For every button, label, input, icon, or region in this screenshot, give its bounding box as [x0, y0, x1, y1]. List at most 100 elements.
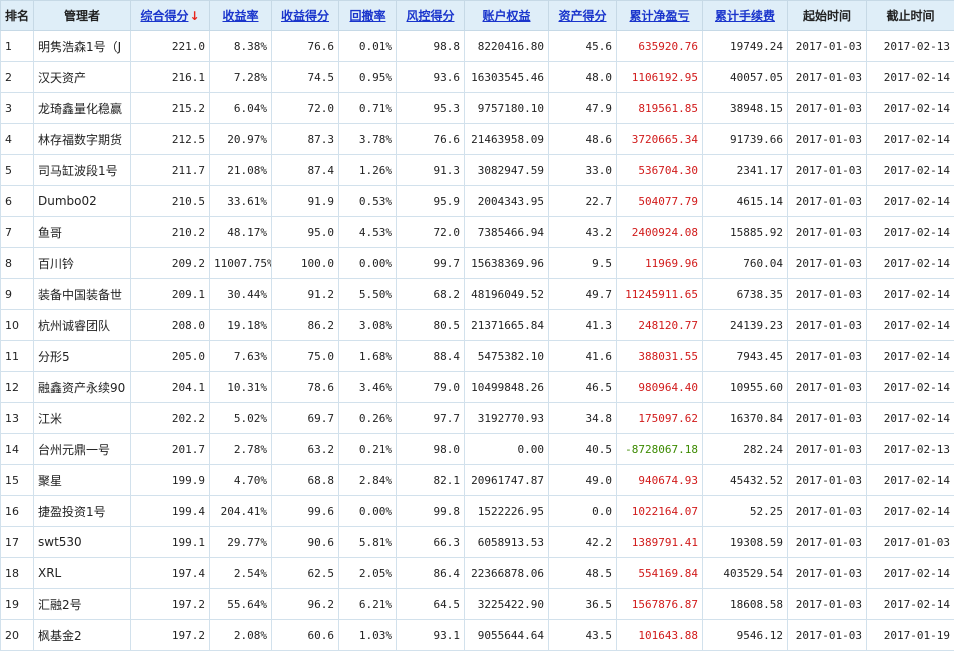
column-header-drawdown[interactable]: 回撤率: [339, 1, 397, 31]
cell-return-score: 69.7: [272, 403, 339, 434]
cell-drawdown: 2.84%: [339, 465, 397, 496]
column-header-asset-score[interactable]: 资产得分: [549, 1, 617, 31]
cell-asset-score: 0.0: [549, 496, 617, 527]
cell-end: 2017-02-14: [867, 589, 954, 620]
cell-end: 2017-02-13: [867, 31, 954, 62]
table-row[interactable]: 9装备中国装备世209.130.44%91.25.50%68.248196049…: [1, 279, 954, 310]
cell-drawdown: 0.26%: [339, 403, 397, 434]
table-header: 排名管理者综合得分↓收益率收益得分回撤率风控得分账户权益资产得分累计净盈亏累计手…: [1, 1, 954, 31]
table-row[interactable]: 7鱼哥210.248.17%95.04.53%72.07385466.9443.…: [1, 217, 954, 248]
cell-equity: 3192770.93: [465, 403, 549, 434]
cell-manager: 聚星: [34, 465, 131, 496]
column-header-risk-score[interactable]: 风控得分: [397, 1, 465, 31]
table-row[interactable]: 8百川钤209.211007.75%100.00.00%99.715638369…: [1, 248, 954, 279]
cell-start: 2017-01-03: [788, 217, 867, 248]
cell-end: 2017-02-14: [867, 155, 954, 186]
cell-risk-score: 97.7: [397, 403, 465, 434]
table-row[interactable]: 13江米202.25.02%69.70.26%97.73192770.9334.…: [1, 403, 954, 434]
column-header-label: 收益得分: [281, 9, 329, 23]
column-header-start: 起始时间: [788, 1, 867, 31]
table-row[interactable]: 11分形5205.07.63%75.01.68%88.45475382.1041…: [1, 341, 954, 372]
cell-equity: 9757180.10: [465, 93, 549, 124]
cell-risk-score: 88.4: [397, 341, 465, 372]
cell-drawdown: 0.00%: [339, 248, 397, 279]
cell-return-rate: 2.08%: [210, 620, 272, 651]
table-row[interactable]: 17swt530199.129.77%90.65.81%66.36058913.…: [1, 527, 954, 558]
cell-rank: 17: [1, 527, 34, 558]
column-header-return-rate[interactable]: 收益率: [210, 1, 272, 31]
table-row[interactable]: 3龙琦鑫量化稳赢215.26.04%72.00.71%95.39757180.1…: [1, 93, 954, 124]
cell-return-rate: 19.18%: [210, 310, 272, 341]
table-row[interactable]: 14台州元鼎一号201.72.78%63.20.21%98.00.0040.5-…: [1, 434, 954, 465]
cell-manager: 鱼哥: [34, 217, 131, 248]
cell-asset-score: 40.5: [549, 434, 617, 465]
cell-start: 2017-01-03: [788, 496, 867, 527]
table-row[interactable]: 19汇融2号197.255.64%96.26.21%64.53225422.90…: [1, 589, 954, 620]
cell-drawdown: 3.08%: [339, 310, 397, 341]
table-row[interactable]: 16捷盈投资1号199.4204.41%99.60.00%99.81522226…: [1, 496, 954, 527]
cell-drawdown: 3.78%: [339, 124, 397, 155]
cell-asset-score: 22.7: [549, 186, 617, 217]
table-row[interactable]: 1明隽浩森1号（J221.08.38%76.60.01%98.88220416.…: [1, 31, 954, 62]
cell-net-pnl: 1389791.41: [617, 527, 703, 558]
cell-manager: 台州元鼎一号: [34, 434, 131, 465]
cell-return-score: 62.5: [272, 558, 339, 589]
cell-drawdown: 5.81%: [339, 527, 397, 558]
table-row[interactable]: 18XRL197.42.54%62.52.05%86.422366878.064…: [1, 558, 954, 589]
cell-score: 201.7: [131, 434, 210, 465]
cell-return-score: 87.3: [272, 124, 339, 155]
cell-return-rate: 30.44%: [210, 279, 272, 310]
cell-return-score: 87.4: [272, 155, 339, 186]
cell-rank: 20: [1, 620, 34, 651]
table-row[interactable]: 4林存福数字期货212.520.97%87.33.78%76.621463958…: [1, 124, 954, 155]
table-row[interactable]: 2汉天资产216.17.28%74.50.95%93.616303545.464…: [1, 62, 954, 93]
cell-return-score: 63.2: [272, 434, 339, 465]
cell-fees: 18608.58: [703, 589, 788, 620]
cell-score: 216.1: [131, 62, 210, 93]
column-header-label: 账户权益: [482, 9, 530, 23]
cell-risk-score: 98.0: [397, 434, 465, 465]
cell-start: 2017-01-03: [788, 465, 867, 496]
table-row[interactable]: 10杭州诚睿团队208.019.18%86.23.08%80.521371665…: [1, 310, 954, 341]
table-row[interactable]: 6Dumbo02210.533.61%91.90.53%95.92004343.…: [1, 186, 954, 217]
cell-risk-score: 95.3: [397, 93, 465, 124]
cell-manager: 捷盈投资1号: [34, 496, 131, 527]
cell-drawdown: 1.03%: [339, 620, 397, 651]
cell-net-pnl: 388031.55: [617, 341, 703, 372]
cell-asset-score: 33.0: [549, 155, 617, 186]
cell-rank: 6: [1, 186, 34, 217]
column-header-net-pnl[interactable]: 累计净盈亏: [617, 1, 703, 31]
cell-equity: 3225422.90: [465, 589, 549, 620]
column-header-fees[interactable]: 累计手续费: [703, 1, 788, 31]
sort-desc-arrow-icon[interactable]: ↓: [189, 9, 199, 23]
cell-return-rate: 7.28%: [210, 62, 272, 93]
cell-equity: 7385466.94: [465, 217, 549, 248]
cell-end: 2017-02-14: [867, 310, 954, 341]
cell-return-score: 100.0: [272, 248, 339, 279]
table-row[interactable]: 12融鑫资产永续90204.110.31%78.63.46%79.0104998…: [1, 372, 954, 403]
cell-score: 199.9: [131, 465, 210, 496]
cell-end: 2017-02-14: [867, 186, 954, 217]
column-header-label: 综合得分: [140, 9, 188, 23]
cell-end: 2017-02-14: [867, 341, 954, 372]
cell-net-pnl: -8728067.18: [617, 434, 703, 465]
cell-risk-score: 98.8: [397, 31, 465, 62]
column-header-return-score[interactable]: 收益得分: [272, 1, 339, 31]
cell-start: 2017-01-03: [788, 403, 867, 434]
cell-score: 202.2: [131, 403, 210, 434]
cell-equity: 6058913.53: [465, 527, 549, 558]
cell-score: 205.0: [131, 341, 210, 372]
cell-rank: 12: [1, 372, 34, 403]
table-row[interactable]: 20枫基金2197.22.08%60.61.03%93.19055644.644…: [1, 620, 954, 651]
cell-rank: 16: [1, 496, 34, 527]
cell-drawdown: 5.50%: [339, 279, 397, 310]
table-row[interactable]: 5司马缸波段1号211.721.08%87.41.26%91.33082947.…: [1, 155, 954, 186]
table-row[interactable]: 15聚星199.94.70%68.82.84%82.120961747.8749…: [1, 465, 954, 496]
cell-end: 2017-02-14: [867, 124, 954, 155]
column-header-score[interactable]: 综合得分↓: [131, 1, 210, 31]
column-header-equity[interactable]: 账户权益: [465, 1, 549, 31]
cell-manager: 杭州诚睿团队: [34, 310, 131, 341]
cell-start: 2017-01-03: [788, 279, 867, 310]
cell-return-score: 99.6: [272, 496, 339, 527]
cell-end: 2017-02-14: [867, 403, 954, 434]
